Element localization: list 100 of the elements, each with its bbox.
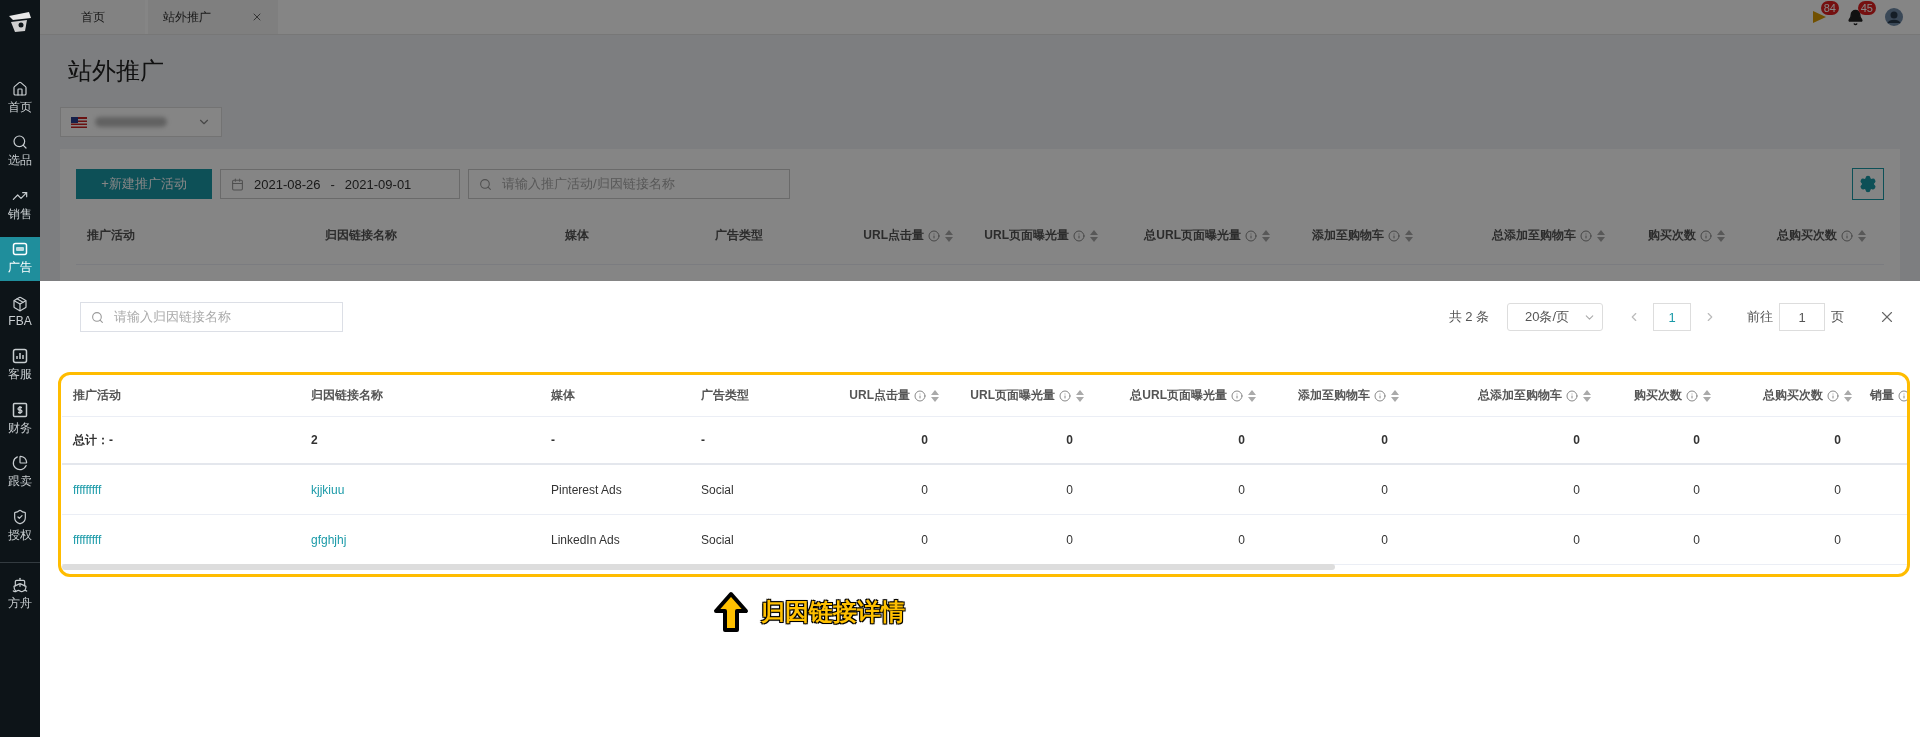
table-link[interactable]: fffffffff bbox=[62, 532, 300, 547]
sidebar-item[interactable]: FBA bbox=[0, 290, 40, 334]
sort-icon[interactable] bbox=[1702, 388, 1712, 403]
ship-icon bbox=[12, 577, 28, 593]
sort-icon[interactable] bbox=[1596, 228, 1606, 243]
info-icon[interactable] bbox=[1388, 229, 1400, 242]
search-icon bbox=[479, 177, 492, 191]
start-date: 2021-08-26 bbox=[254, 176, 321, 192]
info-icon[interactable] bbox=[1231, 389, 1243, 402]
table-cell-text: 0 bbox=[1833, 433, 1842, 447]
avatar-icon[interactable] bbox=[1884, 7, 1904, 27]
column-header: 添加至购物车 bbox=[1276, 227, 1419, 244]
page-number[interactable]: 1 bbox=[1653, 303, 1691, 331]
info-icon[interactable] bbox=[1374, 389, 1386, 402]
table-link[interactable]: fffffffff bbox=[62, 482, 300, 497]
horizontal-scrollbar[interactable] bbox=[62, 564, 1335, 570]
table-cell-text: Social bbox=[700, 482, 735, 497]
table-cell-text: 0 bbox=[1692, 433, 1701, 447]
new-campaign-button[interactable]: +新建推广活动 bbox=[76, 169, 212, 199]
column-header: 总添加至购物车 bbox=[1419, 227, 1611, 244]
column-header: URL点击量 bbox=[805, 387, 945, 404]
table-link[interactable]: gfghjhj bbox=[300, 532, 540, 547]
info-icon[interactable] bbox=[914, 389, 926, 402]
date-range-field[interactable]: 2021-08-26 - 2021-09-01 bbox=[220, 169, 460, 199]
sidebar-item[interactable]: 跟卖 bbox=[0, 450, 40, 495]
column-header: 总URL页面曝光量 bbox=[1090, 387, 1262, 404]
sort-icon[interactable] bbox=[1261, 228, 1271, 243]
sort-icon[interactable] bbox=[930, 388, 940, 403]
table-cell-text: 0 bbox=[1833, 482, 1842, 497]
table-cell-text: 0 bbox=[1380, 433, 1389, 447]
sidebar-item[interactable]: 授权 bbox=[0, 504, 40, 548]
table-cell-text: Pinterest Ads bbox=[550, 482, 623, 497]
table-cell-text: Social bbox=[700, 532, 735, 547]
info-icon[interactable] bbox=[1827, 389, 1839, 402]
table-cell-text: 总计：- bbox=[71, 431, 114, 449]
sort-icon[interactable] bbox=[1247, 388, 1257, 403]
count-badge: 84 bbox=[1820, 1, 1839, 15]
info-icon[interactable] bbox=[1073, 229, 1085, 242]
page-title: 站外推广 bbox=[67, 56, 165, 86]
sort-icon[interactable] bbox=[1716, 228, 1726, 243]
info-icon[interactable] bbox=[1898, 389, 1907, 402]
table-cell-text: 0 bbox=[1237, 482, 1246, 497]
info-icon[interactable] bbox=[1245, 229, 1257, 242]
close-icon[interactable] bbox=[251, 11, 263, 23]
info-icon[interactable] bbox=[1700, 229, 1712, 242]
sort-icon[interactable] bbox=[1390, 388, 1400, 403]
table-cell-text: 0 bbox=[1692, 482, 1701, 497]
info-icon[interactable] bbox=[1841, 229, 1853, 242]
sort-icon[interactable] bbox=[1404, 228, 1414, 243]
sidebar-item[interactable]: 广告 bbox=[0, 236, 40, 281]
page-tab[interactable]: 站外推广 bbox=[148, 0, 278, 34]
blurred-store-name bbox=[95, 117, 167, 127]
table-cell-text: LinkedIn Ads bbox=[550, 532, 621, 547]
sort-icon[interactable] bbox=[944, 228, 954, 243]
goto-label: 前往 bbox=[1747, 308, 1773, 326]
column-header: 添加至购物车 bbox=[1262, 387, 1405, 404]
sort-icon[interactable] bbox=[1582, 388, 1592, 403]
column-header: 归因链接名称 bbox=[310, 387, 384, 404]
count-badge: 45 bbox=[1857, 0, 1876, 15]
bar-chart-icon bbox=[12, 348, 28, 364]
table-link[interactable]: kjjkiuu bbox=[300, 482, 540, 497]
page-size-select[interactable]: 20条/页 bbox=[1507, 303, 1603, 331]
info-icon[interactable] bbox=[928, 229, 940, 242]
column-header: 归因链接名称 bbox=[324, 227, 398, 244]
table-cell-text: 0 bbox=[1692, 532, 1701, 547]
settings-button[interactable] bbox=[1852, 168, 1884, 200]
sort-icon[interactable] bbox=[1089, 228, 1099, 243]
info-icon[interactable] bbox=[1566, 389, 1578, 402]
sidebar-item[interactable]: 销售 bbox=[0, 183, 40, 227]
sort-icon[interactable] bbox=[1857, 228, 1867, 243]
info-icon[interactable] bbox=[1686, 389, 1698, 402]
store-select[interactable] bbox=[60, 107, 222, 137]
column-header: 媒体 bbox=[564, 227, 590, 244]
table-cell-text: 0 bbox=[920, 433, 929, 447]
sidebar-item[interactable]: 选品 bbox=[0, 129, 40, 174]
date-separator: - bbox=[330, 176, 335, 192]
sort-icon[interactable] bbox=[1843, 388, 1853, 403]
info-icon[interactable] bbox=[1059, 389, 1071, 402]
column-header: 媒体 bbox=[550, 387, 576, 404]
sidebar-item[interactable]: 方舟 bbox=[0, 572, 40, 617]
sidebar-item[interactable]: 财务 bbox=[0, 397, 40, 441]
table-cell-text: 2 bbox=[310, 433, 319, 447]
table-cell-text: 0 bbox=[1237, 532, 1246, 547]
column-header: 广告类型 bbox=[700, 387, 750, 404]
info-icon[interactable] bbox=[1580, 229, 1592, 242]
search-icon bbox=[91, 310, 104, 324]
link-search-field[interactable]: 请输入归因链接名称 bbox=[80, 302, 343, 332]
column-header: 总URL页面曝光量 bbox=[1104, 227, 1276, 244]
sort-icon[interactable] bbox=[1075, 388, 1085, 403]
goto-page-input[interactable]: 1 bbox=[1779, 303, 1825, 331]
sidebar-item[interactable]: 客服 bbox=[0, 343, 40, 388]
table-cell-text: 0 bbox=[1833, 532, 1842, 547]
column-header: 广告类型 bbox=[714, 227, 764, 244]
column-header: 总购买次数 bbox=[1717, 387, 1858, 404]
table-cell-text: 0 bbox=[1380, 482, 1389, 497]
sidebar-item[interactable]: 首页 bbox=[0, 76, 40, 120]
table-cell-text: 0 bbox=[1065, 482, 1074, 497]
table-cell-text: 0 bbox=[1380, 532, 1389, 547]
pie-chart-icon bbox=[12, 455, 28, 471]
column-header: URL页面曝光量 bbox=[959, 227, 1104, 244]
